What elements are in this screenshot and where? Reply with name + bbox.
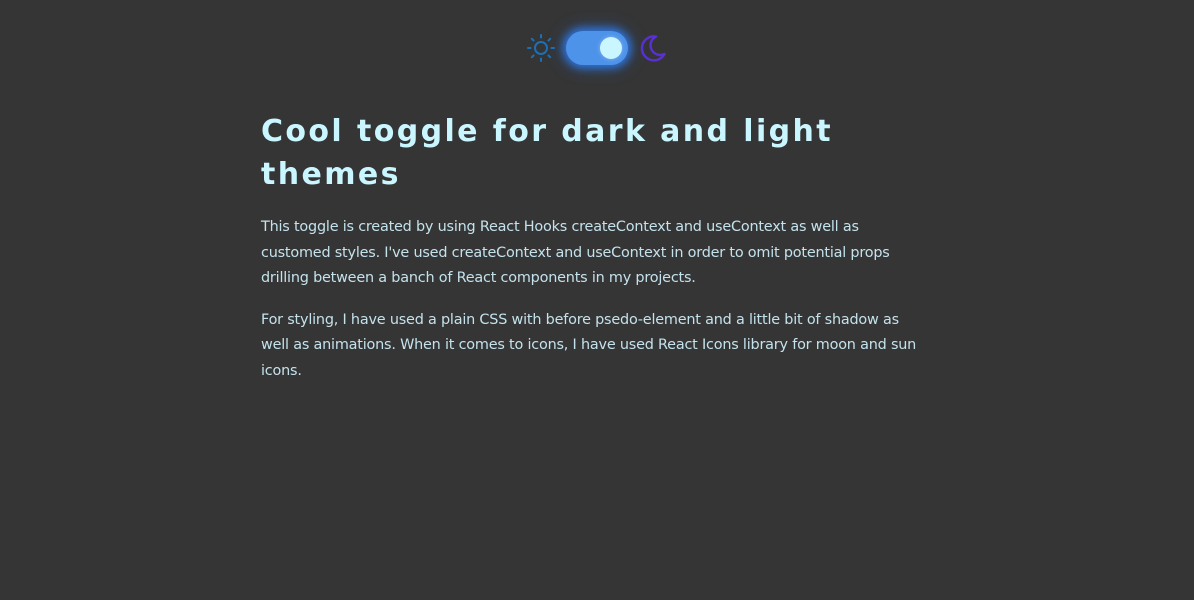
paragraph-intro: This toggle is created by using React Ho…	[261, 219, 890, 286]
sun-icon[interactable]	[525, 32, 557, 64]
article: Cool toggle for dark and light themes Th…	[261, 110, 921, 400]
moon-icon[interactable]	[637, 32, 669, 64]
page: Cool toggle for dark and light themes Th…	[0, 0, 1194, 600]
paragraph-styling: For styling, I have used a plain CSS wit…	[261, 311, 917, 379]
page-title: Cool toggle for dark and light themes	[261, 114, 834, 192]
toggle-knob	[600, 37, 622, 59]
theme-toggle-switch[interactable]	[566, 31, 628, 65]
theme-toggle-bar	[0, 28, 1194, 68]
